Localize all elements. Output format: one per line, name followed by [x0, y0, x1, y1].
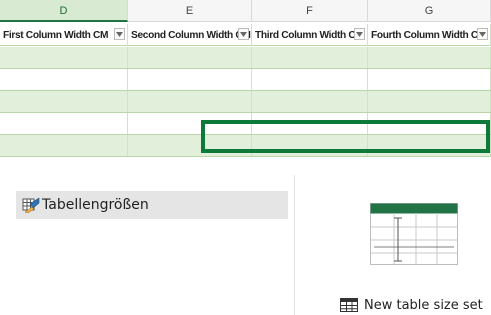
spreadsheet: D E F G First Column Width CM Second Col…	[0, 0, 491, 160]
table-cell[interactable]	[0, 69, 128, 90]
table-row	[0, 47, 491, 69]
table-cell[interactable]	[252, 91, 368, 112]
filter-dropdown-button[interactable]	[238, 28, 249, 40]
table-cell[interactable]	[0, 135, 128, 156]
chevron-down-icon	[240, 31, 247, 37]
table-preview-icon	[370, 203, 458, 265]
selection-highlight	[201, 120, 490, 153]
table-cell[interactable]	[0, 91, 128, 112]
filter-dropdown-button[interactable]	[114, 28, 125, 40]
table-size-panel: Tabellengrößen New table size set	[0, 175, 491, 315]
table-cell[interactable]	[252, 47, 368, 68]
table-cell[interactable]	[368, 47, 491, 68]
filter-dropdown-button[interactable]	[354, 28, 365, 40]
list-item-label: Tabellengrößen	[42, 197, 149, 213]
table-cell[interactable]	[368, 69, 491, 90]
header-label: Fourth Column Width CM	[371, 29, 486, 41]
table-cell[interactable]	[128, 91, 252, 112]
chevron-down-icon	[356, 31, 363, 37]
panel-divider	[294, 175, 295, 315]
header-cell-first-column-width[interactable]: First Column Width CM	[0, 24, 128, 46]
filter-dropdown-button[interactable]	[477, 28, 488, 40]
header-label: First Column Width CM	[3, 29, 109, 41]
header-label: Third Column Width CM	[255, 29, 364, 41]
list-item-tabellengroessen[interactable]: Tabellengrößen	[16, 191, 288, 219]
table-row	[0, 91, 491, 113]
header-label: Second Column Width CM	[131, 29, 251, 41]
column-letter-e[interactable]: E	[128, 0, 252, 22]
table-cell[interactable]	[0, 113, 128, 134]
header-cell-third-column-width[interactable]: Third Column Width CM	[252, 24, 368, 46]
column-letter-g[interactable]: G	[368, 0, 491, 22]
header-cell-fourth-column-width[interactable]: Fourth Column Width CM	[368, 24, 491, 46]
new-table-size-set-button[interactable]: New table size set	[340, 296, 483, 314]
chevron-down-icon	[116, 31, 123, 37]
column-letter-f[interactable]: F	[252, 0, 368, 22]
table-cell[interactable]	[0, 47, 128, 68]
column-letter-d[interactable]: D	[0, 0, 128, 22]
table-grid-icon	[340, 298, 358, 312]
table-cell[interactable]	[368, 91, 491, 112]
table-cell[interactable]	[252, 69, 368, 90]
table-row	[0, 69, 491, 91]
new-table-size-set-label: New table size set	[364, 297, 483, 313]
table-cell[interactable]	[128, 69, 252, 90]
table-header-row: First Column Width CM Second Column Widt…	[0, 24, 491, 46]
header-cell-second-column-width[interactable]: Second Column Width CM	[128, 24, 252, 46]
chevron-down-icon	[479, 31, 486, 37]
column-letter-bar: D E F G	[0, 0, 491, 22]
ruler-table-icon	[22, 197, 40, 213]
table-cell[interactable]	[128, 47, 252, 68]
